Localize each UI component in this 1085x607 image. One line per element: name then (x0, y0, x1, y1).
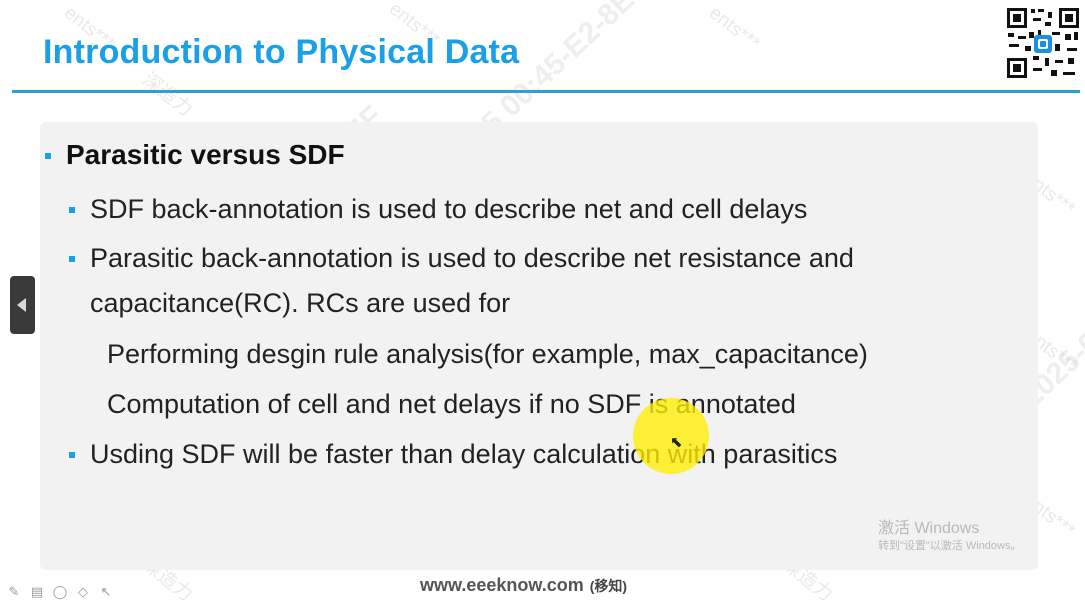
bullet-text-continued: capacitance(RC). RCs are used for (90, 288, 511, 318)
footer-url-sub: (移知) (589, 578, 628, 594)
slides-icon[interactable]: ▤ (29, 584, 45, 600)
footer-url: www.eeeknow.com (420, 575, 584, 595)
presenter-toolbar: ✎ ▤ ◯ ◇ ↖ (6, 584, 114, 602)
watermark-brand: 深造力 (138, 69, 197, 121)
activate-windows-hint: 转到"设置"以激活 Windows。 (878, 540, 1022, 552)
pointer-icon[interactable]: ↖ (98, 584, 114, 600)
presentation-slide: ents*** ents*** ents*** ents*** ents*** … (0, 0, 1085, 607)
bullet-marker (69, 452, 75, 458)
activate-windows-title: 激活 Windows (878, 520, 980, 537)
section-heading: Parasitic versus SDF (66, 139, 345, 170)
comment-icon[interactable]: ◯ (52, 584, 68, 600)
bullet-text: SDF back-annotation is used to describe … (90, 194, 808, 224)
footer-site: www.eeeknow.com (移知) (420, 575, 627, 596)
bullet-text: Parasitic back-annotation is used to des… (90, 243, 854, 273)
previous-slide-button[interactable] (10, 276, 35, 334)
bullet-marker (69, 207, 75, 213)
chevron-left-icon (17, 298, 26, 312)
bullet-text: Usding SDF will be faster than delay cal… (90, 439, 838, 469)
pen-icon[interactable]: ✎ (6, 584, 22, 600)
bullet-marker (45, 153, 51, 159)
slide-title: Introduction to Physical Data (43, 33, 520, 71)
title-divider (12, 90, 1080, 93)
eraser-icon[interactable]: ◇ (75, 584, 91, 600)
bullet-marker (69, 256, 75, 262)
watermark-user: ents*** (705, 2, 764, 55)
cursor-icon: ⬉ (670, 434, 683, 451)
sub-bullet-text: Performing desgin rule analysis(for exam… (107, 339, 868, 369)
qr-code-icon (1005, 6, 1081, 80)
